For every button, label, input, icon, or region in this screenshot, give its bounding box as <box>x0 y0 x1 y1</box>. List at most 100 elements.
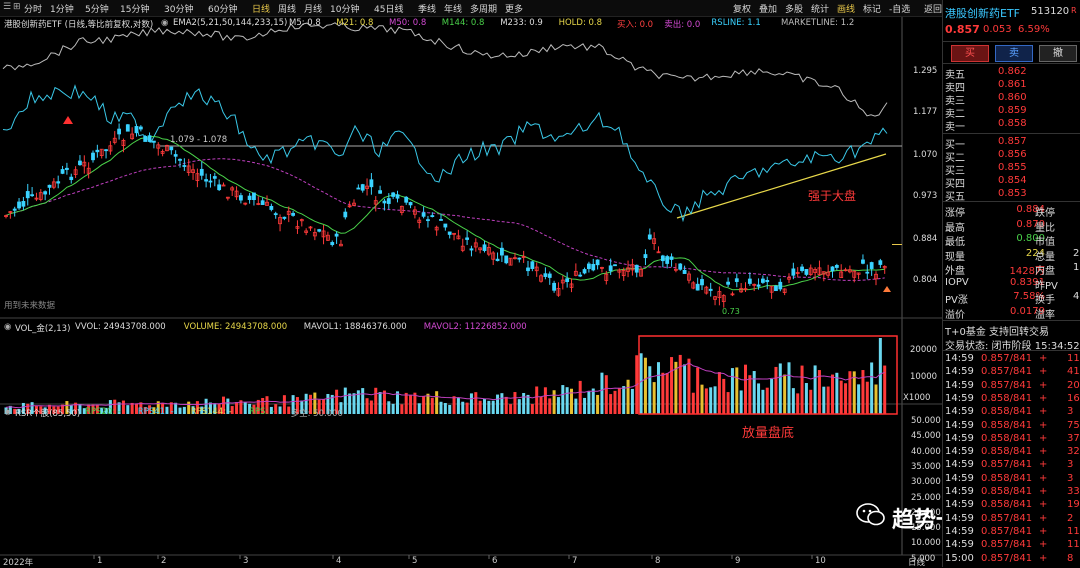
rsr-tick: 10.000 <box>911 538 941 549</box>
toolbar-button-7[interactable]: 返回 <box>924 2 942 15</box>
stat-row: 溢价 0.0179 溢率 <box>943 306 1080 321</box>
chart-canvas[interactable] <box>0 0 942 567</box>
legend-item: 卖出: 0.0 <box>664 20 701 30</box>
legend-item: M50: 0.8 <box>389 18 427 28</box>
vol-settings-icon[interactable]: ◉ <box>4 322 11 332</box>
tick-time: 14:59 <box>945 366 974 378</box>
quote-panel: 港股创新药ETF 513120 R 0.857 0.053 6.59% 买 卖 … <box>942 0 1080 567</box>
legend-item: MAVOL2: 11226852.000 <box>423 322 527 332</box>
current-price-marker <box>892 244 902 245</box>
tick-time: 14:59 <box>945 472 974 484</box>
x-axis-label: 2 <box>161 556 167 566</box>
toolbar-button-2[interactable]: 多股 <box>785 2 803 15</box>
legend-item: RPS20: - <box>85 407 121 417</box>
rsr-settings-icon[interactable]: ◉ <box>4 407 11 417</box>
period-tab-10[interactable]: 45日线 <box>374 2 403 15</box>
tick-price: 0.858/841 <box>981 419 1033 431</box>
security-name: 港股创新药ETF <box>945 7 1020 20</box>
settings-dot-icon[interactable]: ◉ <box>161 18 168 28</box>
toolbar-button-5[interactable]: 标记 <box>863 2 881 15</box>
legend-item: M233: 0.9 <box>500 18 543 28</box>
tick-dir: + <box>1039 486 1048 497</box>
period-tab-9[interactable]: 10分钟 <box>330 2 359 15</box>
tick-price: 0.858/841 <box>981 472 1033 484</box>
bid-row[interactable]: 买三 0.855 <box>943 162 1080 177</box>
toolbar-button-3[interactable]: 统计 <box>811 2 829 15</box>
tick-dir: + <box>1039 539 1048 551</box>
tick-dir: + <box>1039 392 1048 404</box>
period-tab-6[interactable]: 日线 <box>252 2 270 15</box>
tick-row: 14:59 0.858/841 +75 <box>943 420 1080 433</box>
bid-price: 0.857 <box>998 136 1027 147</box>
stat-v2: 1 <box>1073 262 1080 273</box>
tick-vol: 33 <box>1067 486 1080 497</box>
stat-row: 外盘 1428万 内盘 1 <box>943 262 1080 277</box>
bid-row[interactable]: 买五 0.853 <box>943 188 1080 203</box>
period-tab-14[interactable]: 更多 <box>505 2 523 15</box>
tick-time: 14:59 <box>945 379 974 391</box>
legend-item: VOLUME: 24943708.000 <box>183 322 288 332</box>
tick-row: 14:59 0.857/841 +110 <box>943 539 1080 552</box>
tick-price: 0.858/841 <box>981 392 1033 404</box>
cancel-button[interactable]: 撤 <box>1039 45 1077 62</box>
pin-icon[interactable]: ⊞ <box>13 2 21 12</box>
tick-price: 0.858/841 <box>981 486 1033 497</box>
bid-row[interactable]: 买二 0.856 <box>943 149 1080 164</box>
stat-k2: 市值 <box>1035 237 1055 248</box>
period-tab-2[interactable]: 5分钟 <box>85 2 109 15</box>
legend-item: 买入: 0.0 <box>617 20 654 30</box>
marketline-series <box>2 22 888 117</box>
ask-row[interactable]: 卖四 0.861 <box>943 79 1080 94</box>
price-tick: 0.884 <box>913 234 938 244</box>
stat-k1: IOPV <box>945 276 969 288</box>
stat-k2: 昨PV <box>1035 280 1058 292</box>
sell-button[interactable]: 卖 <box>995 45 1033 62</box>
ma50-series <box>5 158 885 281</box>
tick-time: 14:59 <box>945 446 974 458</box>
stat-row: 现量 224 总量 2 <box>943 248 1080 263</box>
ask-row[interactable]: 卖五 0.862 <box>943 66 1080 81</box>
x-axis-period: 日线 <box>908 558 926 568</box>
x-axis-label: 8 <box>655 556 661 566</box>
period-tab-1[interactable]: 1分钟 <box>50 2 74 15</box>
period-tab-3[interactable]: 15分钟 <box>120 2 149 15</box>
buy-button[interactable]: 买 <box>951 45 989 62</box>
tick-dir: + <box>1039 406 1048 418</box>
candlestick-series <box>4 123 887 308</box>
tick-row: 14:59 0.857/841 +114 <box>943 526 1080 539</box>
period-tab-12[interactable]: 年线 <box>444 2 462 15</box>
ask-row[interactable]: 卖一 0.858 <box>943 118 1080 133</box>
ask-row[interactable]: 卖二 0.859 <box>943 105 1080 120</box>
period-tab-0[interactable]: 分时 <box>24 2 42 15</box>
period-tab-13[interactable]: 多周期 <box>470 2 497 15</box>
stat-row: 最高 0.870 量比 <box>943 219 1080 234</box>
menu-icon[interactable]: ☰ <box>3 2 11 12</box>
period-tab-11[interactable]: 季线 <box>418 2 436 15</box>
period-tab-8[interactable]: 月线 <box>304 2 322 15</box>
toolbar-button-0[interactable]: 复权 <box>733 2 751 15</box>
toolbar-button-1[interactable]: 叠加 <box>759 2 777 15</box>
bid-row[interactable]: 买一 0.857 <box>943 136 1080 151</box>
tick-dir: + <box>1039 552 1048 564</box>
x-axis-label: 9 <box>735 556 741 566</box>
ask-price: 0.860 <box>998 92 1027 103</box>
stat-row: 最低 0.800 市值 <box>943 233 1080 248</box>
period-tab-5[interactable]: 60分钟 <box>208 2 237 15</box>
period-tab-7[interactable]: 周线 <box>278 2 296 15</box>
rsr-tick: 50.000 <box>911 416 941 426</box>
stat-k1: 溢价 <box>945 309 965 321</box>
x-axis-label: 5 <box>412 556 418 566</box>
toolbar-button-6[interactable]: -自选 <box>889 2 910 15</box>
toolbar-button-4[interactable]: 画线 <box>837 2 855 15</box>
x-axis-label: 10 <box>815 556 826 566</box>
rsr-tick: 35.000 <box>911 461 941 472</box>
period-tab-4[interactable]: 30分钟 <box>164 2 193 15</box>
period-toolbar: ☰ ⊞ 分时 1分钟 5分钟 15分钟 30分钟 60分钟 日线 周线 月线 10分钟 45日线 季线… <box>0 0 942 17</box>
ask-row[interactable]: 卖三 0.860 <box>943 92 1080 107</box>
tick-price: 0.857/841 <box>981 525 1033 537</box>
price-tick: 1.177 <box>913 107 938 117</box>
tick-time: 14:59 <box>945 499 974 511</box>
trend-line[interactable] <box>676 153 887 219</box>
bid-row[interactable]: 买四 0.854 <box>943 175 1080 190</box>
stat-k2: 溢率 <box>1035 309 1055 321</box>
